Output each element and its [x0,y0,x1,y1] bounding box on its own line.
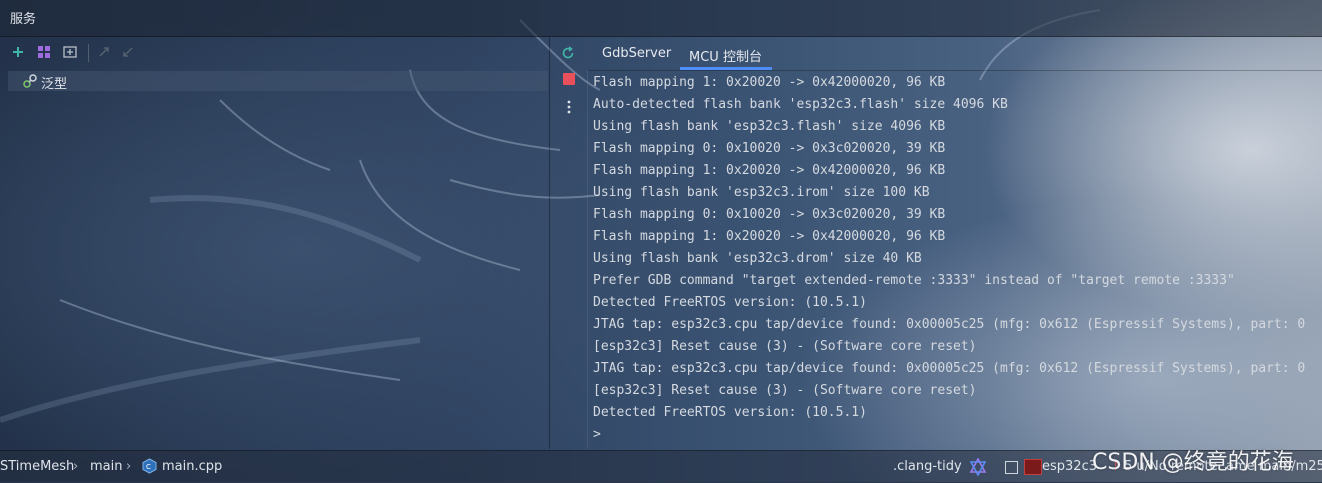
active-tab-indicator [680,67,772,70]
chevron-right-icon: › [73,459,79,474]
console-line: [esp32c3] Reset cause (3) - (Software co… [593,339,977,354]
tree-item-generic[interactable]: 泛型 [8,71,548,92]
console-line: Flash mapping 1: 0x20020 -> 0x42000020, … [593,163,946,178]
console-line: Using flash bank 'esp32c3.irom' size 100… [593,185,930,200]
console-line: Using flash bank 'esp32c3.flash' size 40… [593,119,946,134]
breadcrumb-folder[interactable]: main [90,459,122,474]
console-line: JTAG tap: esp32c3.cpu tap/device found: … [593,361,1306,376]
ai-assistant-icon[interactable] [969,457,987,477]
console-line: Detected FreeRTOS version: (10.5.1) [593,405,867,420]
breadcrumb-file[interactable]: main.cpp [162,459,222,474]
watermark: CSDN @终竟的花海 [1092,450,1294,475]
console-line: Prefer GDB command "target extended-remo… [593,273,1235,288]
console-prompt[interactable]: > [593,424,1321,446]
svg-text:C: C [146,463,151,471]
tool-window-title: 服务 [10,12,37,27]
checkbox-icon[interactable] [1005,461,1018,474]
console-line: Detected FreeRTOS version: (10.5.1) [593,295,867,310]
cpp-file-icon: C [142,458,157,474]
console-line: Using flash bank 'esp32c3.drom' size 40 … [593,251,922,266]
breadcrumb-project[interactable]: STimeMesh [0,459,74,474]
tree-item-label: 泛型 [41,77,68,92]
tab-mcu-console[interactable]: MCU 控制台 [689,46,762,65]
console-line: Flash mapping 0: 0x10020 -> 0x3c020020, … [593,207,946,222]
target-device[interactable]: esp32c3 [1042,459,1097,474]
more-vertical-icon[interactable] [567,99,571,114]
console-line: Flash mapping 1: 0x20020 -> 0x42000020, … [593,75,946,90]
console-line: [esp32c3] Reset cause (3) - (Software co… [593,383,977,398]
console-action-strip [550,37,586,449]
stop-icon[interactable] [563,73,575,85]
collapse-icon[interactable] [120,44,136,60]
expand-icon[interactable] [96,44,112,60]
add-icon[interactable] [10,44,26,60]
clang-tidy-status[interactable]: .clang-tidy [893,459,962,474]
service-node-icon [22,73,38,89]
services-toolbar [0,37,548,69]
console-output[interactable]: Flash mapping 1: 0x20020 -> 0x42000020, … [593,72,1321,448]
toolbar-separator [88,44,89,62]
strip-divider [587,70,588,449]
tab-gdbserver[interactable]: GdbServer [602,46,671,61]
new-tab-icon[interactable] [62,44,78,60]
restart-icon[interactable] [561,45,577,61]
console-line: Flash mapping 0: 0x10020 -> 0x3c020020, … [593,141,946,156]
chip-icon [1024,459,1042,475]
grid-icon[interactable] [36,44,52,60]
console-tabs: GdbServer MCU 控制台 [588,37,1322,71]
tool-window-titlebar: 服务 [0,0,1322,37]
console-line: Auto-detected flash bank 'esp32c3.flash'… [593,97,1008,112]
console-line: JTAG tap: esp32c3.cpu tap/device found: … [593,317,1306,332]
console-line: Flash mapping 1: 0x20020 -> 0x42000020, … [593,229,946,244]
chevron-right-icon: › [126,459,132,474]
